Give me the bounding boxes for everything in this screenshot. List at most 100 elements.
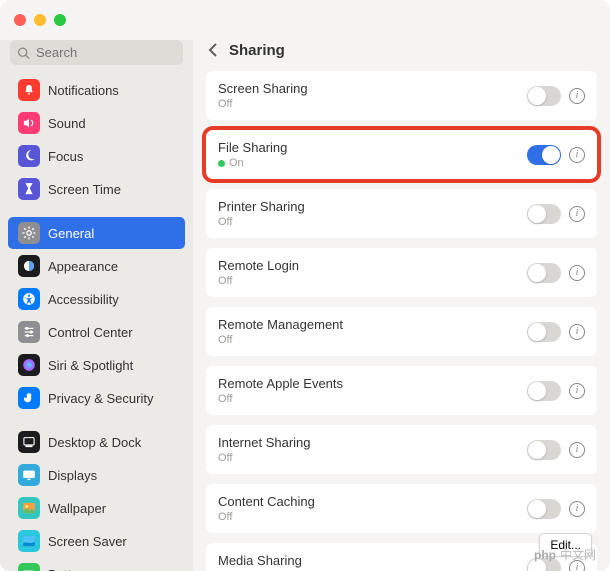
back-button[interactable] xyxy=(207,42,219,58)
sidebar-item-sound[interactable]: Sound xyxy=(8,107,185,139)
sharing-row-file-sharing: File Sharing On i xyxy=(205,129,598,180)
sidebar-item-label: Screen Saver xyxy=(48,534,127,549)
info-icon[interactable]: i xyxy=(569,560,585,571)
row-title: Remote Apple Events xyxy=(218,376,527,391)
window-controls xyxy=(14,14,66,26)
info-icon[interactable]: i xyxy=(569,501,585,517)
sidebar-item-accessibility[interactable]: Accessibility xyxy=(8,283,185,315)
siri-icon xyxy=(18,354,40,376)
row-title: Remote Management xyxy=(218,317,527,332)
row-status: Off xyxy=(218,275,527,287)
sidebar-item-privacy[interactable]: Privacy & Security xyxy=(8,382,185,414)
info-icon[interactable]: i xyxy=(569,324,585,340)
sharing-row-remote-login: Remote Login Off i xyxy=(205,247,598,298)
row-title: Internet Sharing xyxy=(218,435,527,450)
sidebar-item-label: Accessibility xyxy=(48,292,119,307)
sidebar-item-label: Wallpaper xyxy=(48,501,106,516)
sidebar-item-battery[interactable]: Battery xyxy=(8,558,185,571)
info-icon[interactable]: i xyxy=(569,383,585,399)
sidebar-item-controlcenter[interactable]: Control Center xyxy=(8,316,185,348)
sidebar-item-label: Appearance xyxy=(48,259,118,274)
sidebar-item-label: Notifications xyxy=(48,83,119,98)
sidebar-item-label: Battery xyxy=(48,567,89,571)
sharing-row-remote-apple-events: Remote Apple Events Off i xyxy=(205,365,598,416)
screensaver-icon xyxy=(18,530,40,552)
general-icon xyxy=(18,222,40,244)
row-title: Printer Sharing xyxy=(218,199,527,214)
row-status: Off xyxy=(218,98,527,110)
search-input[interactable] xyxy=(10,40,183,65)
sharing-row-content-caching: Content Caching Off i xyxy=(205,483,598,534)
notifications-icon xyxy=(18,79,40,101)
toggle-remote-management[interactable] xyxy=(527,322,561,342)
sidebar-item-screentime[interactable]: Screen Time xyxy=(8,173,185,205)
info-icon[interactable]: i xyxy=(569,442,585,458)
row-title: Screen Sharing xyxy=(218,81,527,96)
edit-hostname-button[interactable]: Edit... xyxy=(539,533,592,557)
row-title: Remote Login xyxy=(218,258,527,273)
row-status: Off xyxy=(218,334,527,346)
sidebar-item-screensaver[interactable]: Screen Saver xyxy=(8,525,185,557)
focus-icon xyxy=(18,145,40,167)
sidebar-item-focus[interactable]: Focus xyxy=(8,140,185,172)
toggle-remote-login[interactable] xyxy=(527,263,561,283)
row-title: Content Caching xyxy=(218,494,527,509)
sharing-row-internet-sharing: Internet Sharing Off i xyxy=(205,424,598,475)
settings-window: Notifications Sound Focus Screen Time Genera… xyxy=(0,0,610,571)
search-field[interactable] xyxy=(10,40,183,65)
battery-icon xyxy=(18,563,40,571)
sharing-row-remote-management: Remote Management Off i xyxy=(205,306,598,357)
sidebar-item-appearance[interactable]: Appearance xyxy=(8,250,185,282)
page-title: Sharing xyxy=(229,42,285,59)
toggle-content-caching[interactable] xyxy=(527,499,561,519)
sidebar: Notifications Sound Focus Screen Time Genera… xyxy=(0,40,193,571)
toggle-media-sharing[interactable] xyxy=(527,558,561,571)
sharing-row-printer-sharing: Printer SharingOffi xyxy=(205,188,598,239)
sidebar-item-siri[interactable]: Siri & Spotlight xyxy=(8,349,185,381)
displays-icon xyxy=(18,464,40,486)
appearance-icon xyxy=(18,255,40,277)
search-icon xyxy=(17,46,30,59)
info-icon[interactable]: i xyxy=(569,265,585,281)
main-pane: Sharing Screen Sharing Off i File Sharing On… xyxy=(193,40,610,571)
screentime-icon xyxy=(18,178,40,200)
row-title: File Sharing xyxy=(218,140,527,155)
close-button[interactable] xyxy=(14,14,26,26)
info-icon[interactable]: i xyxy=(569,206,585,222)
desktopdock-icon xyxy=(18,431,40,453)
row-status: Off xyxy=(218,393,527,405)
controlcenter-icon xyxy=(18,321,40,343)
sidebar-item-label: Screen Time xyxy=(48,182,121,197)
sidebar-item-desktopdock[interactable]: Desktop & Dock xyxy=(8,426,185,458)
sound-icon xyxy=(18,112,40,134)
toggle-remote-apple-events[interactable] xyxy=(527,381,561,401)
sidebar-item-label: Privacy & Security xyxy=(48,391,153,406)
accessibility-icon xyxy=(18,288,40,310)
zoom-button[interactable] xyxy=(54,14,66,26)
row-status: Off xyxy=(218,511,527,523)
sidebar-item-notifications[interactable]: Notifications xyxy=(8,74,185,106)
sidebar-item-general[interactable]: General xyxy=(8,217,185,249)
toggle-screen-sharing[interactable] xyxy=(527,86,561,106)
sidebar-item-label: Sound xyxy=(48,116,86,131)
row-title: Media Sharing xyxy=(218,553,527,568)
sidebar-item-label: Desktop & Dock xyxy=(48,435,141,450)
wallpaper-icon xyxy=(18,497,40,519)
toggle-file-sharing[interactable] xyxy=(527,145,561,165)
info-icon[interactable]: i xyxy=(569,147,585,163)
sidebar-item-label: Siri & Spotlight xyxy=(48,358,133,373)
row-status: On xyxy=(218,157,527,169)
info-icon[interactable]: i xyxy=(569,88,585,104)
sidebar-item-label: Focus xyxy=(48,149,83,164)
sharing-row-screen-sharing: Screen Sharing Off i xyxy=(205,70,598,121)
sidebar-item-label: General xyxy=(48,226,94,241)
toggle-internet-sharing[interactable] xyxy=(527,440,561,460)
toggle-printer-sharing[interactable] xyxy=(527,204,561,224)
row-status: Off xyxy=(218,452,527,464)
sidebar-item-wallpaper[interactable]: Wallpaper xyxy=(8,492,185,524)
sidebar-item-label: Displays xyxy=(48,468,97,483)
titlebar xyxy=(0,0,610,40)
privacy-icon xyxy=(18,387,40,409)
minimize-button[interactable] xyxy=(34,14,46,26)
sidebar-item-displays[interactable]: Displays xyxy=(8,459,185,491)
